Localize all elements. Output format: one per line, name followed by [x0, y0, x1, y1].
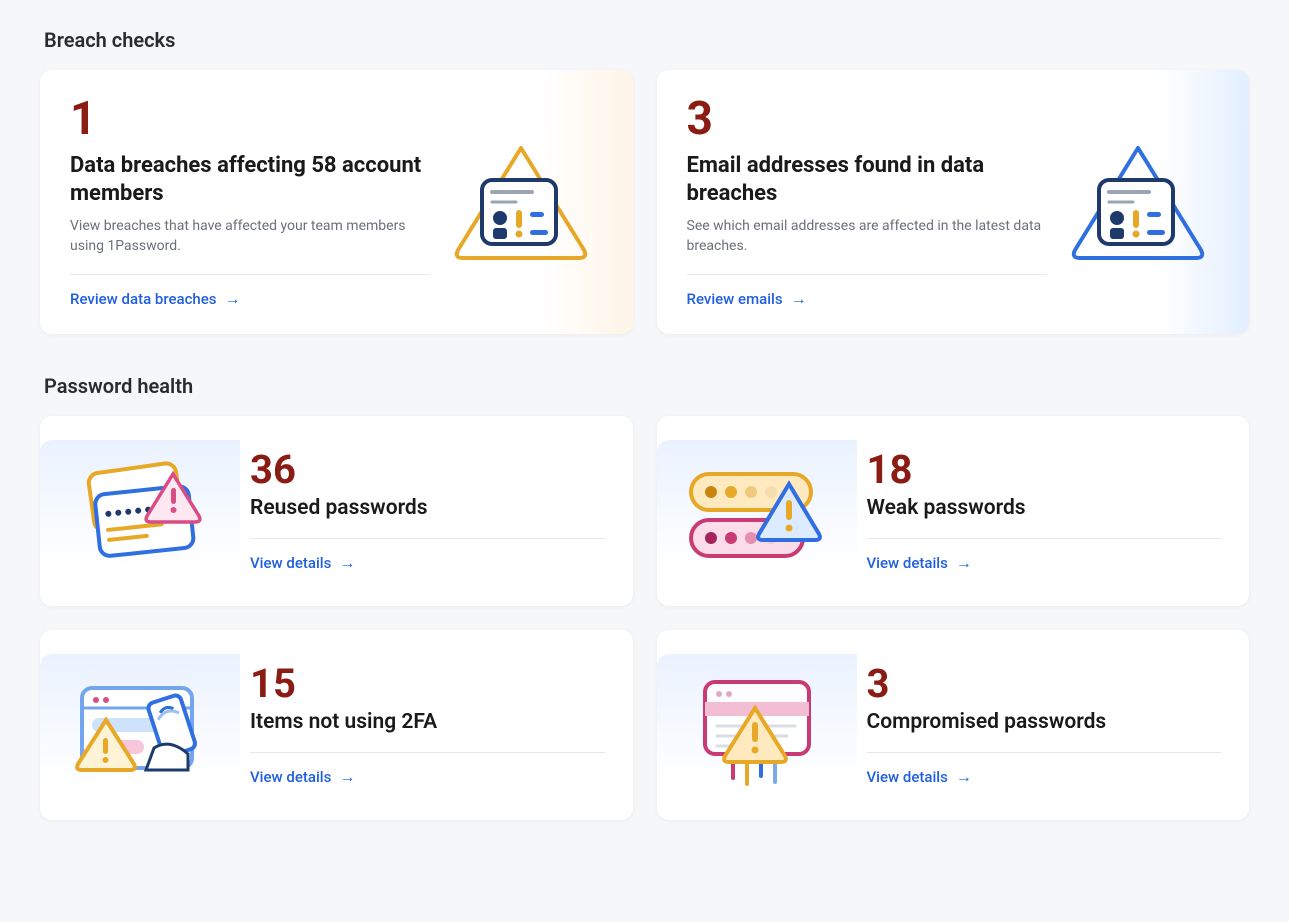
breach-card-data-breaches: 1 Data breaches affecting 58 account mem… — [40, 70, 633, 334]
arrow-right-icon: → — [956, 555, 972, 571]
password-health-heading: Password health — [44, 374, 1249, 398]
breach-title: Data breaches affecting 58 account membe… — [70, 152, 430, 207]
password-card-compromised: 3 Compromised passwords View details → — [657, 630, 1250, 820]
password-card-weak: 18 Weak passwords View details → — [657, 416, 1250, 606]
password-title: Reused passwords — [250, 496, 605, 520]
divider — [687, 274, 1047, 275]
breach-checks-heading: Breach checks — [44, 28, 1249, 52]
link-label: View details — [867, 768, 948, 786]
arrow-right-icon: → — [339, 555, 355, 571]
password-count: 36 — [250, 450, 605, 490]
breach-card-emails: 3 Email addresses found in data breaches… — [657, 70, 1250, 334]
arrow-right-icon: → — [225, 291, 241, 307]
link-label: View details — [867, 554, 948, 572]
link-label: View details — [250, 554, 331, 572]
review-data-breaches-link[interactable]: Review data breaches → — [70, 290, 241, 308]
view-details-2fa-link[interactable]: View details → — [250, 768, 355, 786]
divider — [867, 752, 1222, 753]
no-2fa-icon — [40, 654, 240, 796]
password-count: 15 — [250, 664, 605, 704]
divider — [867, 538, 1222, 539]
arrow-right-icon: → — [956, 769, 972, 785]
view-details-weak-link[interactable]: View details → — [867, 554, 972, 572]
password-title: Compromised passwords — [867, 710, 1222, 734]
password-title: Items not using 2FA — [250, 710, 605, 734]
breach-title: Email addresses found in data breaches — [687, 152, 1047, 207]
password-title: Weak passwords — [867, 496, 1222, 520]
link-label: Review data breaches — [70, 290, 217, 308]
weak-passwords-icon — [657, 440, 857, 582]
breach-warning-card-icon — [1063, 96, 1213, 308]
view-details-compromised-link[interactable]: View details → — [867, 768, 972, 786]
divider — [70, 274, 430, 275]
review-emails-link[interactable]: Review emails → — [687, 290, 807, 308]
password-card-reused: 36 Reused passwords View details → — [40, 416, 633, 606]
compromised-passwords-icon — [657, 654, 857, 796]
breach-warning-card-icon — [446, 96, 596, 308]
arrow-right-icon: → — [339, 769, 355, 785]
breach-description: See which email addresses are affected i… — [687, 217, 1047, 256]
breach-count: 3 — [687, 96, 1047, 142]
breach-count: 1 — [70, 96, 430, 142]
password-card-no-2fa: 15 Items not using 2FA View details → — [40, 630, 633, 820]
divider — [250, 538, 605, 539]
arrow-right-icon: → — [791, 291, 807, 307]
link-label: View details — [250, 768, 331, 786]
breach-description: View breaches that have affected your te… — [70, 217, 430, 256]
password-count: 18 — [867, 450, 1222, 490]
divider — [250, 752, 605, 753]
breach-cards-grid: 1 Data breaches affecting 58 account mem… — [40, 70, 1249, 334]
view-details-reused-link[interactable]: View details → — [250, 554, 355, 572]
link-label: Review emails — [687, 290, 783, 308]
password-health-grid: 36 Reused passwords View details → — [40, 416, 1249, 820]
password-count: 3 — [867, 664, 1222, 704]
reused-passwords-icon — [40, 440, 240, 582]
